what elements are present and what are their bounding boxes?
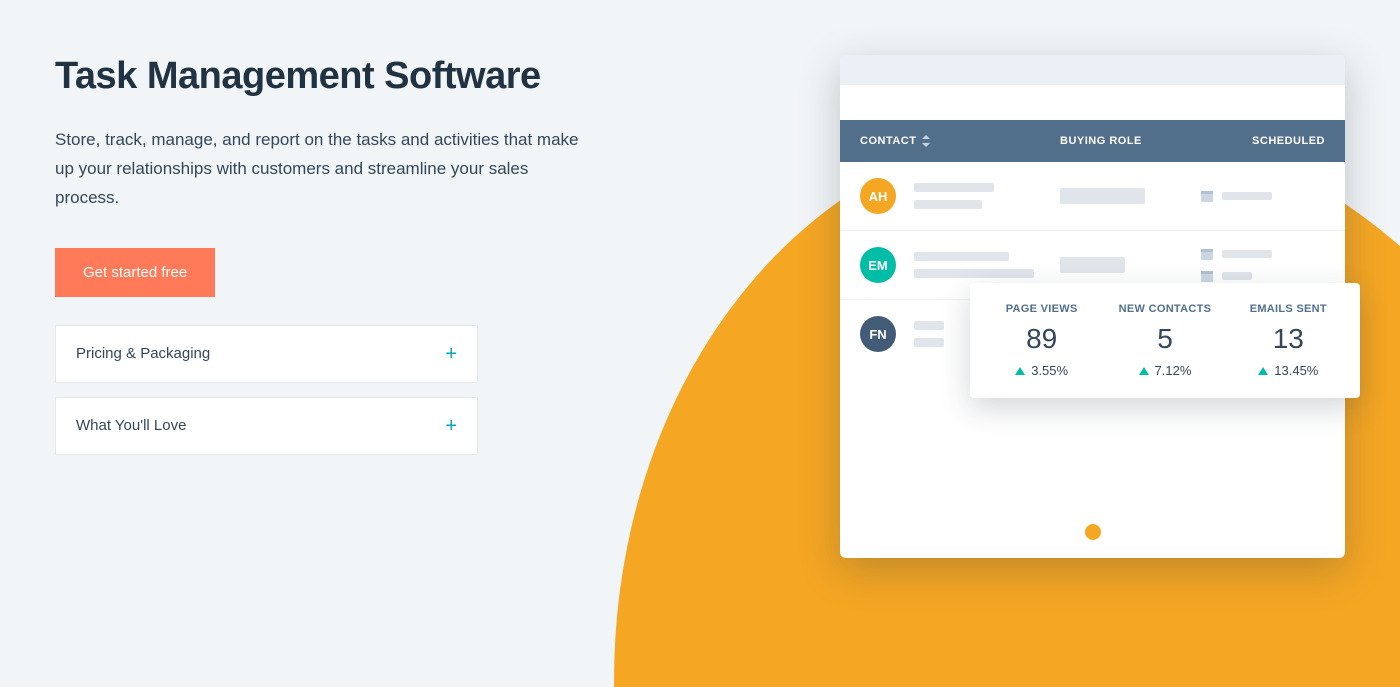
stat-value: 89 bbox=[980, 323, 1103, 355]
scheduled-cell bbox=[1200, 247, 1325, 283]
table-row[interactable]: AH bbox=[840, 162, 1345, 231]
stat-delta: 13.45% bbox=[1227, 363, 1350, 378]
stat-value: 5 bbox=[1103, 323, 1226, 355]
stat-label: EMAILS SENT bbox=[1227, 303, 1350, 315]
stat-delta: 7.12% bbox=[1103, 363, 1226, 378]
scheduled-cell bbox=[1200, 189, 1325, 203]
plus-icon: + bbox=[445, 416, 457, 436]
column-contact[interactable]: CONTACT bbox=[860, 135, 916, 147]
buying-cell bbox=[1060, 257, 1200, 273]
accordion-item-pricing[interactable]: Pricing & Packaging + bbox=[55, 325, 478, 383]
stat-page-views: PAGE VIEWS 89 3.55% bbox=[980, 303, 1103, 378]
accordion-item-love[interactable]: What You'll Love + bbox=[55, 397, 478, 455]
calendar-icon bbox=[1200, 247, 1214, 261]
accordion-label: Pricing & Packaging bbox=[76, 345, 210, 362]
get-started-button[interactable]: Get started free bbox=[55, 248, 215, 297]
stat-delta: 3.55% bbox=[980, 363, 1103, 378]
buying-cell bbox=[1060, 188, 1200, 204]
window-titlebar bbox=[840, 55, 1345, 85]
trend-up-icon bbox=[1258, 367, 1268, 375]
contact-cell bbox=[914, 252, 1060, 278]
stat-emails-sent: EMAILS SENT 13 13.45% bbox=[1227, 303, 1350, 378]
page-title: Task Management Software bbox=[55, 55, 635, 98]
sort-icon[interactable] bbox=[922, 135, 930, 147]
window-toolbar bbox=[840, 85, 1345, 120]
avatar: EM bbox=[860, 247, 896, 283]
accordion-label: What You'll Love bbox=[76, 417, 186, 434]
trend-up-icon bbox=[1139, 367, 1149, 375]
carousel-dot[interactable] bbox=[1085, 524, 1101, 540]
stats-popover: PAGE VIEWS 89 3.55% NEW CONTACTS 5 7.12%… bbox=[970, 283, 1360, 398]
stat-value: 13 bbox=[1227, 323, 1350, 355]
stat-label: NEW CONTACTS bbox=[1103, 303, 1226, 315]
avatar: FN bbox=[860, 316, 896, 352]
stat-new-contacts: NEW CONTACTS 5 7.12% bbox=[1103, 303, 1226, 378]
calendar-icon bbox=[1200, 269, 1214, 283]
plus-icon: + bbox=[445, 344, 457, 364]
table-header: CONTACT BUYING ROLE SCHEDULED bbox=[840, 120, 1345, 162]
trend-up-icon bbox=[1015, 367, 1025, 375]
accordion: Pricing & Packaging + What You'll Love + bbox=[55, 325, 478, 455]
calendar-icon bbox=[1200, 189, 1214, 203]
column-buying-role[interactable]: BUYING ROLE bbox=[1060, 135, 1200, 147]
column-scheduled[interactable]: SCHEDULED bbox=[1200, 135, 1325, 147]
hero-section: Task Management Software Store, track, m… bbox=[55, 55, 635, 469]
product-screenshot: CONTACT BUYING ROLE SCHEDULED AH bbox=[840, 55, 1345, 558]
page-subhead: Store, track, manage, and report on the … bbox=[55, 126, 585, 213]
contact-cell bbox=[914, 183, 1060, 209]
stat-label: PAGE VIEWS bbox=[980, 303, 1103, 315]
avatar: AH bbox=[860, 178, 896, 214]
